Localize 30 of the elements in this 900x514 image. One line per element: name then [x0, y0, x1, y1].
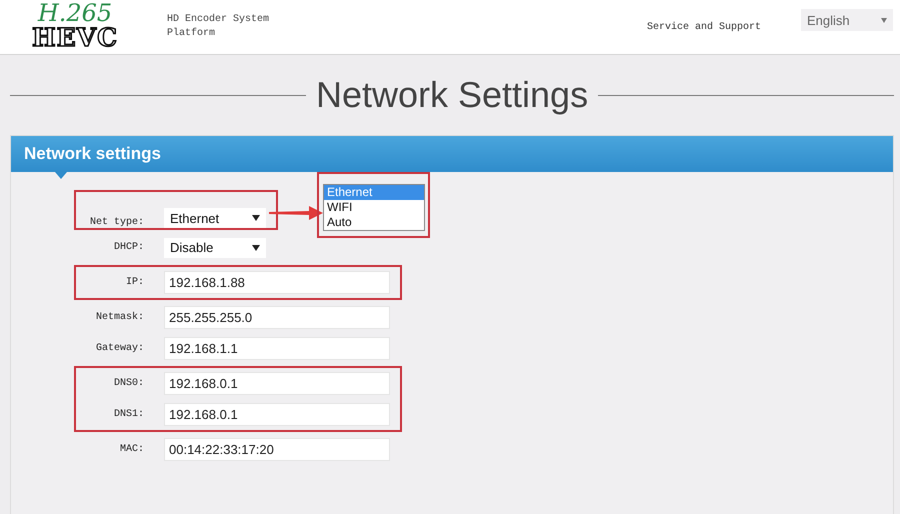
- select-field[interactable]: Ethernet: [164, 208, 266, 228]
- input-field[interactable]: 00:14:22:33:17:20: [164, 438, 390, 461]
- field-label: IP:: [124, 277, 144, 288]
- dropdown-option[interactable]: WIFI: [324, 200, 424, 215]
- dropdown-option[interactable]: Auto: [324, 215, 424, 230]
- field-label: Netmask:: [94, 312, 144, 323]
- notch-icon: [55, 172, 67, 179]
- page-title: Network Settings: [316, 74, 588, 116]
- input-field[interactable]: 192.168.0.1: [164, 372, 390, 395]
- support-link[interactable]: Service and Support: [646, 22, 761, 32]
- caret-icon: [252, 215, 260, 221]
- product-name: HD Encoder System Platform: [167, 13, 270, 41]
- input-field[interactable]: 192.168.1.88: [164, 271, 390, 294]
- arrow-icon: [269, 206, 323, 220]
- caret-icon: [252, 244, 260, 250]
- field-label: DNS0:: [112, 378, 144, 389]
- field-label: MAC:: [118, 444, 144, 455]
- logo-text: H.265: [38, 0, 112, 24]
- input-field[interactable]: 192.168.1.1: [164, 337, 390, 360]
- field-label: Gateway:: [94, 343, 144, 354]
- input-field[interactable]: 255.255.255.0: [164, 306, 390, 329]
- language-select[interactable]: English: [801, 9, 893, 31]
- panel-header: Network settings: [11, 136, 893, 172]
- logo-text: HEVC: [32, 24, 118, 50]
- caret-icon: [881, 18, 887, 22]
- field-label: Net type:: [88, 217, 144, 228]
- input-field[interactable]: 192.168.0.1: [164, 403, 390, 426]
- field-label: DHCP:: [112, 242, 144, 253]
- select-field[interactable]: Disable: [164, 238, 266, 258]
- field-label: DNS1:: [112, 409, 144, 420]
